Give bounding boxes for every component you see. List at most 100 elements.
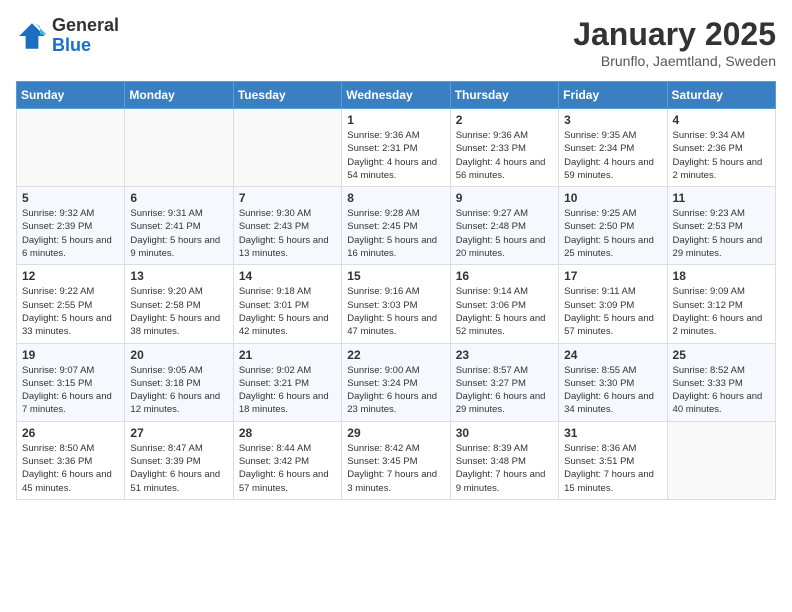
weekday-header-saturday: Saturday [667, 82, 775, 109]
title-block: January 2025 Brunflo, Jaemtland, Sweden [573, 16, 776, 69]
calendar-cell: 8 Sunrise: 9:28 AM Sunset: 2:45 PM Daylig… [342, 187, 450, 265]
day-info: Sunrise: 9:25 AM Sunset: 2:50 PM Dayligh… [564, 207, 661, 260]
day-number: 2 [456, 113, 553, 127]
logo-blue: Blue [52, 35, 91, 55]
day-info: Sunrise: 9:30 AM Sunset: 2:43 PM Dayligh… [239, 207, 336, 260]
day-info: Sunrise: 9:27 AM Sunset: 2:48 PM Dayligh… [456, 207, 553, 260]
calendar-cell: 5 Sunrise: 9:32 AM Sunset: 2:39 PM Daylig… [17, 187, 125, 265]
day-info: Sunrise: 9:11 AM Sunset: 3:09 PM Dayligh… [564, 285, 661, 338]
day-number: 9 [456, 191, 553, 205]
day-number: 30 [456, 426, 553, 440]
calendar-cell: 6 Sunrise: 9:31 AM Sunset: 2:41 PM Daylig… [125, 187, 233, 265]
day-number: 5 [22, 191, 119, 205]
day-info: Sunrise: 9:32 AM Sunset: 2:39 PM Dayligh… [22, 207, 119, 260]
week-row-3: 12 Sunrise: 9:22 AM Sunset: 2:55 PM Dayli… [17, 265, 776, 343]
calendar-cell [667, 421, 775, 499]
day-info: Sunrise: 9:14 AM Sunset: 3:06 PM Dayligh… [456, 285, 553, 338]
calendar-cell: 27Sunrise: 8:47 AM Sunset: 3:39 PM Dayli… [125, 421, 233, 499]
day-number: 3 [564, 113, 661, 127]
calendar-cell: 7 Sunrise: 9:30 AM Sunset: 2:43 PM Daylig… [233, 187, 341, 265]
day-info: Sunrise: 9:36 AM Sunset: 2:31 PM Dayligh… [347, 129, 444, 182]
calendar-cell: 23Sunrise: 8:57 AM Sunset: 3:27 PM Dayli… [450, 343, 558, 421]
day-number: 12 [22, 269, 119, 283]
calendar-cell: 18Sunrise: 9:09 AM Sunset: 3:12 PM Dayli… [667, 265, 775, 343]
calendar-cell: 31 Sunrise: 8:36 AM Sunset: 3:51 PM Dayli… [559, 421, 667, 499]
calendar-cell [17, 109, 125, 187]
calendar-cell: 28Sunrise: 8:44 AM Sunset: 3:42 PM Dayli… [233, 421, 341, 499]
day-number: 25 [673, 348, 770, 362]
day-number: 22 [347, 348, 444, 362]
logo-icon [16, 20, 48, 52]
week-row-5: 26Sunrise: 8:50 AM Sunset: 3:36 PM Dayli… [17, 421, 776, 499]
day-info: Sunrise: 8:47 AM Sunset: 3:39 PM Dayligh… [130, 442, 227, 495]
calendar-cell: 16 Sunrise: 9:14 AM Sunset: 3:06 PM Dayli… [450, 265, 558, 343]
day-number: 20 [130, 348, 227, 362]
week-row-1: 1 Sunrise: 9:36 AM Sunset: 2:31 PM Daylig… [17, 109, 776, 187]
day-number: 11 [673, 191, 770, 205]
day-number: 1 [347, 113, 444, 127]
calendar-cell: 24Sunrise: 8:55 AM Sunset: 3:30 PM Dayli… [559, 343, 667, 421]
week-row-4: 19 Sunrise: 9:07 AM Sunset: 3:15 PM Dayli… [17, 343, 776, 421]
calendar-cell: 1 Sunrise: 9:36 AM Sunset: 2:31 PM Daylig… [342, 109, 450, 187]
calendar-cell: 21 Sunrise: 9:02 AM Sunset: 3:21 PM Dayli… [233, 343, 341, 421]
weekday-header-monday: Monday [125, 82, 233, 109]
calendar-cell: 11 Sunrise: 9:23 AM Sunset: 2:53 PM Dayli… [667, 187, 775, 265]
weekday-header-friday: Friday [559, 82, 667, 109]
day-info: Sunrise: 9:07 AM Sunset: 3:15 PM Dayligh… [22, 364, 119, 417]
calendar-cell: 22Sunrise: 9:00 AM Sunset: 3:24 PM Dayli… [342, 343, 450, 421]
day-info: Sunrise: 8:39 AM Sunset: 3:48 PM Dayligh… [456, 442, 553, 495]
day-info: Sunrise: 9:36 AM Sunset: 2:33 PM Dayligh… [456, 129, 553, 182]
calendar-cell: 2 Sunrise: 9:36 AM Sunset: 2:33 PM Daylig… [450, 109, 558, 187]
day-number: 10 [564, 191, 661, 205]
day-number: 4 [673, 113, 770, 127]
day-info: Sunrise: 9:31 AM Sunset: 2:41 PM Dayligh… [130, 207, 227, 260]
day-info: Sunrise: 8:36 AM Sunset: 3:51 PM Dayligh… [564, 442, 661, 495]
logo-text: General Blue [52, 16, 119, 56]
day-info: Sunrise: 9:28 AM Sunset: 2:45 PM Dayligh… [347, 207, 444, 260]
calendar-cell: 26Sunrise: 8:50 AM Sunset: 3:36 PM Dayli… [17, 421, 125, 499]
month-title: January 2025 [573, 16, 776, 53]
calendar-cell: 29 Sunrise: 8:42 AM Sunset: 3:45 PM Dayli… [342, 421, 450, 499]
logo-general: General [52, 15, 119, 35]
day-info: Sunrise: 9:35 AM Sunset: 2:34 PM Dayligh… [564, 129, 661, 182]
calendar-cell: 20Sunrise: 9:05 AM Sunset: 3:18 PM Dayli… [125, 343, 233, 421]
weekday-header-sunday: Sunday [17, 82, 125, 109]
calendar-cell: 14 Sunrise: 9:18 AM Sunset: 3:01 PM Dayli… [233, 265, 341, 343]
weekday-header-tuesday: Tuesday [233, 82, 341, 109]
day-number: 15 [347, 269, 444, 283]
day-info: Sunrise: 8:55 AM Sunset: 3:30 PM Dayligh… [564, 364, 661, 417]
day-info: Sunrise: 9:16 AM Sunset: 3:03 PM Dayligh… [347, 285, 444, 338]
day-number: 31 [564, 426, 661, 440]
day-info: Sunrise: 9:23 AM Sunset: 2:53 PM Dayligh… [673, 207, 770, 260]
calendar-cell: 19 Sunrise: 9:07 AM Sunset: 3:15 PM Dayli… [17, 343, 125, 421]
day-info: Sunrise: 8:52 AM Sunset: 3:33 PM Dayligh… [673, 364, 770, 417]
day-number: 28 [239, 426, 336, 440]
day-number: 18 [673, 269, 770, 283]
day-number: 14 [239, 269, 336, 283]
calendar-cell: 9 Sunrise: 9:27 AM Sunset: 2:48 PM Daylig… [450, 187, 558, 265]
day-number: 8 [347, 191, 444, 205]
day-number: 13 [130, 269, 227, 283]
day-info: Sunrise: 9:02 AM Sunset: 3:21 PM Dayligh… [239, 364, 336, 417]
calendar-cell: 4Sunrise: 9:34 AM Sunset: 2:36 PM Daylig… [667, 109, 775, 187]
day-number: 17 [564, 269, 661, 283]
day-number: 6 [130, 191, 227, 205]
calendar-cell: 12 Sunrise: 9:22 AM Sunset: 2:55 PM Dayli… [17, 265, 125, 343]
week-row-2: 5 Sunrise: 9:32 AM Sunset: 2:39 PM Daylig… [17, 187, 776, 265]
day-number: 16 [456, 269, 553, 283]
calendar-cell [233, 109, 341, 187]
day-info: Sunrise: 9:18 AM Sunset: 3:01 PM Dayligh… [239, 285, 336, 338]
page-header: General Blue January 2025 Brunflo, Jaemt… [16, 16, 776, 69]
day-info: Sunrise: 8:42 AM Sunset: 3:45 PM Dayligh… [347, 442, 444, 495]
day-number: 29 [347, 426, 444, 440]
day-number: 7 [239, 191, 336, 205]
day-number: 21 [239, 348, 336, 362]
day-number: 26 [22, 426, 119, 440]
weekday-header-thursday: Thursday [450, 82, 558, 109]
calendar-cell: 15 Sunrise: 9:16 AM Sunset: 3:03 PM Dayli… [342, 265, 450, 343]
calendar-cell: 25 Sunrise: 8:52 AM Sunset: 3:33 PM Dayli… [667, 343, 775, 421]
day-number: 19 [22, 348, 119, 362]
calendar-cell: 3 Sunrise: 9:35 AM Sunset: 2:34 PM Daylig… [559, 109, 667, 187]
day-info: Sunrise: 9:22 AM Sunset: 2:55 PM Dayligh… [22, 285, 119, 338]
day-info: Sunrise: 9:20 AM Sunset: 2:58 PM Dayligh… [130, 285, 227, 338]
